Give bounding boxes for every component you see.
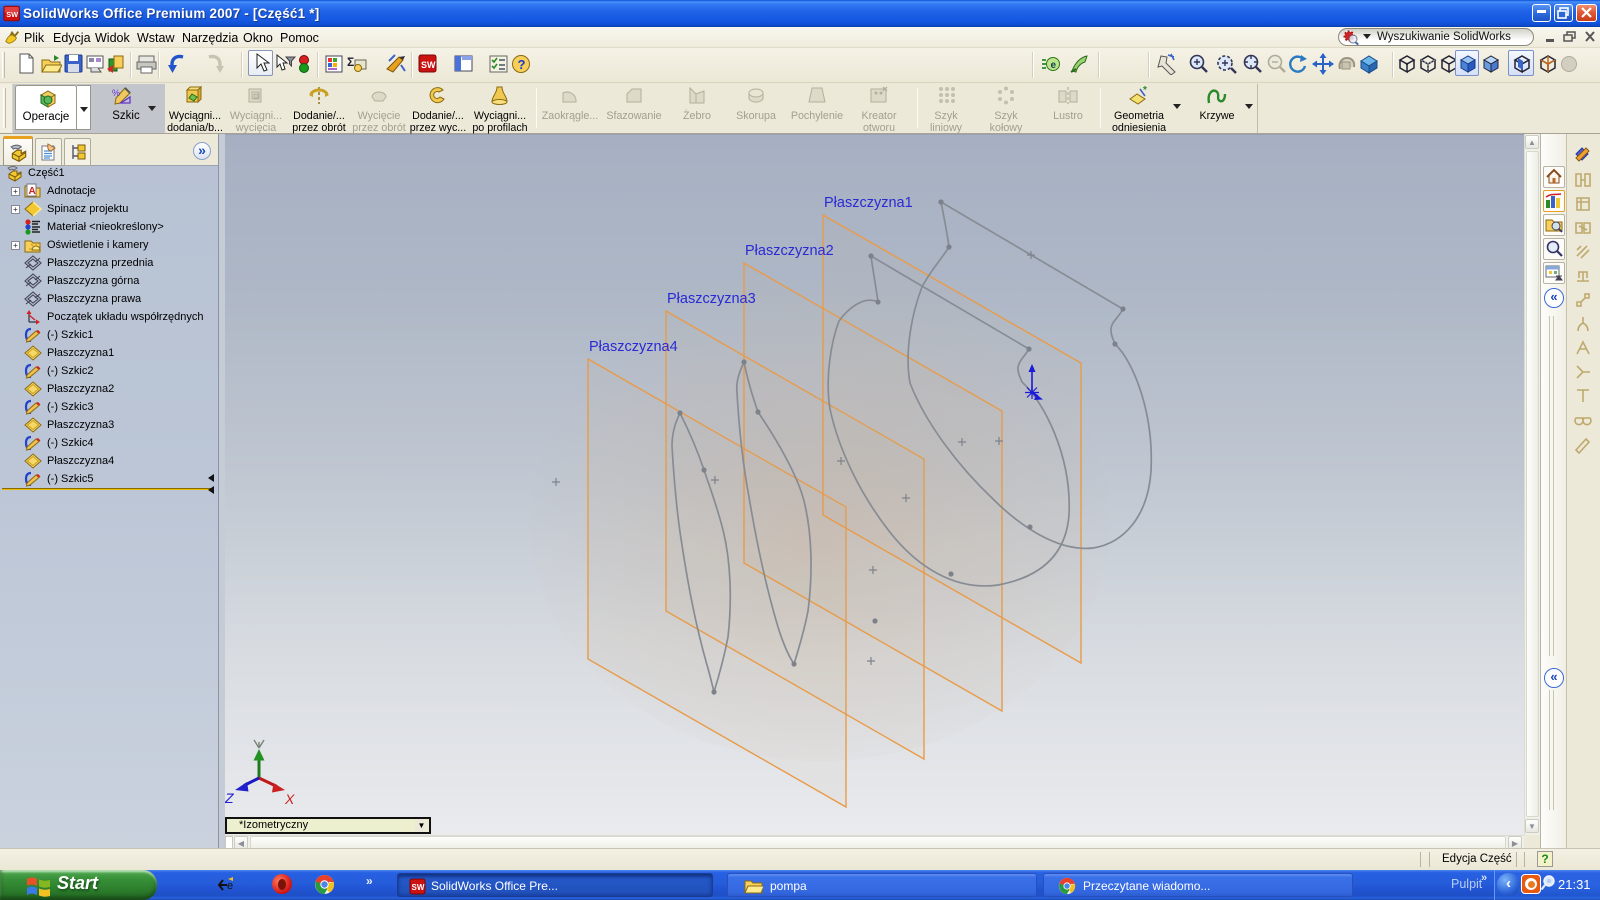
svg-text:?: ?	[518, 57, 526, 72]
svg-text:e: e	[1051, 60, 1057, 71]
svg-text:X: X	[284, 791, 295, 807]
svg-text:SW: SW	[412, 883, 425, 892]
svg-text:SW: SW	[421, 60, 436, 70]
svg-text:Σ: Σ	[347, 55, 354, 69]
svg-text:e: e	[227, 880, 233, 892]
svg-text:Z: Z	[225, 790, 234, 806]
svg-text:%: %	[112, 88, 120, 98]
svg-text:SW: SW	[6, 10, 18, 19]
svg-text:A: A	[29, 186, 36, 197]
svg-text:*: *	[1143, 85, 1147, 96]
